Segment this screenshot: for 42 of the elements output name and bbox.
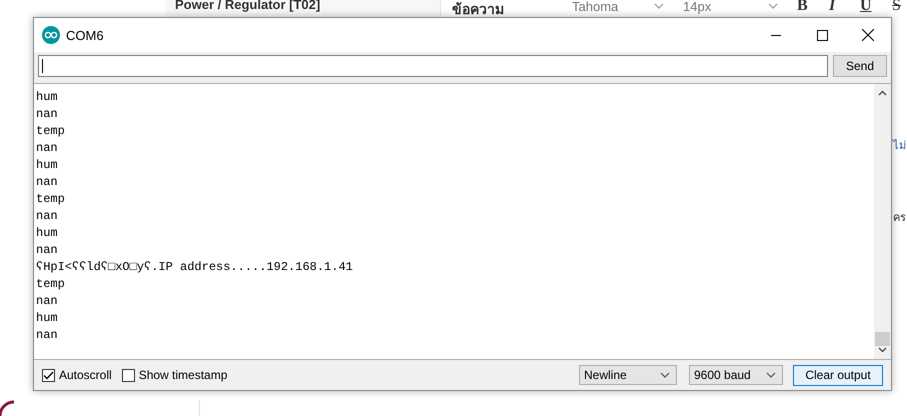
- output-line: nan: [36, 174, 59, 191]
- caret-icon: [654, 3, 664, 9]
- input-field[interactable]: [38, 55, 828, 77]
- autoscroll-checkbox[interactable]: [42, 368, 55, 382]
- field-label: ข้อความ: [452, 1, 504, 20]
- chevron-icon: [766, 372, 776, 378]
- output-line: nan: [36, 208, 59, 225]
- output-line: hum: [36, 310, 59, 327]
- maximize-icon: [816, 30, 828, 40]
- output-line: hum: [36, 157, 59, 174]
- output-line: temp: [36, 191, 66, 208]
- app-icon: [42, 26, 60, 44]
- logo-icon: [0, 398, 16, 416]
- scroll-up-icon[interactable]: [878, 90, 887, 96]
- output-line: nan: [36, 140, 59, 157]
- size-select[interactable]: 14px: [683, 0, 778, 14]
- chevron-icon: [660, 372, 670, 378]
- timestamp-checkbox[interactable]: [122, 368, 135, 382]
- output-line: temp: [36, 276, 66, 293]
- checkbox-label: Show timestamp: [138, 368, 228, 382]
- side-text: ไม่: [893, 138, 906, 154]
- output-line: ʕHpI<ʕʕldʕ□xO□yʕ.IP address.....192.168.1.41: [36, 259, 354, 276]
- scrollbar-thumb[interactable]: [875, 332, 890, 346]
- window-title: COM6: [66, 28, 105, 42]
- line-ending-dropdown[interactable]: Newline: [579, 365, 677, 385]
- output-line: temp: [36, 123, 66, 140]
- close-icon: [862, 29, 874, 41]
- send-button[interactable]: Send: [833, 55, 887, 77]
- clear-output-button[interactable]: Clear output: [793, 364, 883, 386]
- output-line: hum: [36, 89, 59, 106]
- scrollbar[interactable]: [874, 84, 891, 359]
- baud-dropdown[interactable]: 9600 baud: [689, 365, 783, 385]
- output-line: nan: [36, 293, 59, 310]
- caret-icon: [768, 3, 778, 9]
- output-line: nan: [36, 106, 59, 123]
- output-line: nan: [36, 242, 59, 259]
- output-line: hum: [36, 225, 59, 242]
- checkbox-label: Autoscroll: [59, 368, 112, 382]
- side-text: คร: [893, 210, 906, 226]
- scroll-down-icon[interactable]: [878, 347, 887, 353]
- font-select[interactable]: Tahoma: [572, 0, 664, 14]
- output-line: nan: [36, 327, 59, 344]
